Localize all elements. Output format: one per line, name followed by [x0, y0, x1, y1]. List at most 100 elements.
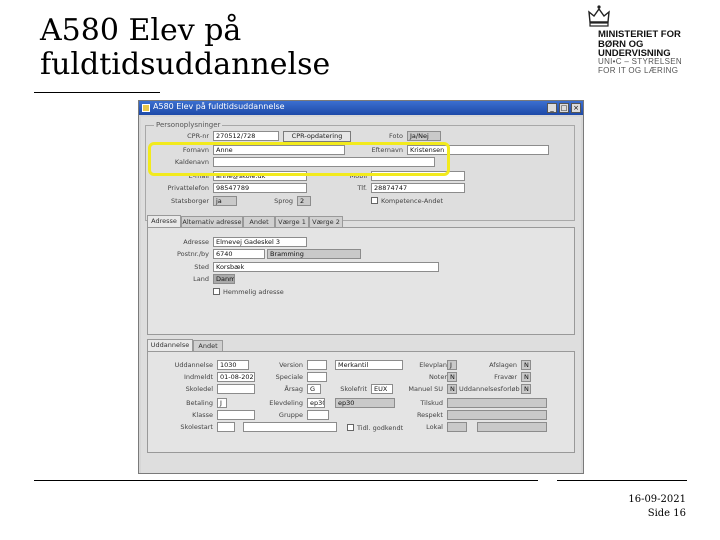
crown-icon [588, 5, 610, 27]
reason-field[interactable]: G [307, 384, 321, 394]
language-field[interactable]: 2 [297, 196, 311, 206]
previous-approved-checkbox[interactable] [347, 424, 354, 431]
absence-field[interactable]: N [521, 372, 531, 382]
education-label: Uddannelse [174, 361, 213, 369]
city-field: Bramming [267, 249, 361, 259]
school-start-field[interactable] [217, 422, 235, 432]
address-panel [147, 227, 575, 335]
photo-label: Foto [388, 132, 403, 140]
citizenship-label: Statsborger [170, 197, 209, 205]
window-titlebar[interactable]: A580 Elev på fuldtidsuddannelse _ □ × [139, 101, 583, 115]
school-free-label: Skolefrit [340, 385, 367, 393]
school-start-field-2[interactable] [243, 422, 337, 432]
school-start-label: Skolestart [180, 423, 213, 431]
address-field[interactable]: Elmevej Gadeskel 3 [213, 237, 307, 247]
slide-page-number: Side 16 [647, 508, 686, 519]
class-label: Klasse [192, 411, 213, 419]
notes-label: Noter [428, 373, 447, 381]
group-label: Gruppe [278, 411, 303, 419]
place-field[interactable]: Korsbæk [213, 262, 439, 272]
manual-su-field[interactable]: N [447, 384, 457, 394]
student-share-field[interactable]: ep30 [307, 398, 325, 408]
tab-adresse[interactable]: Adresse [147, 215, 181, 227]
local-label: Lokal [426, 423, 443, 431]
student-share-field-2: ep30 [335, 398, 395, 408]
education-course-label: Uddannelsesforløb [459, 385, 520, 393]
postcode-label: Postnr./by [176, 250, 209, 258]
tab-udd-andet[interactable]: Andet [193, 340, 223, 351]
absence-label: Fravær [494, 373, 517, 381]
maximize-button[interactable]: □ [559, 103, 569, 113]
hidden-address-checkbox[interactable] [213, 288, 220, 295]
student-plan-label: Elevplan [419, 361, 447, 369]
notes-field[interactable]: N [447, 372, 457, 382]
tab-alternativ-adresse[interactable]: Alternativ adresse [181, 216, 243, 227]
language-label: Sprog [274, 197, 293, 205]
phone-label: Tlf. [357, 184, 367, 192]
payment-field[interactable]: J [217, 398, 227, 408]
title-underline [34, 92, 160, 93]
citizenship-field[interactable]: ja [213, 196, 237, 206]
enrolled-label: Indmeldt [184, 373, 213, 381]
address-label: Adresse [183, 238, 209, 246]
school-free-field[interactable]: EUX [371, 384, 393, 394]
subsidy-label: Tilskud [420, 399, 443, 407]
competence-checkbox[interactable] [371, 197, 378, 204]
slide-title: A580 Elev på fuldtidsuddannelse [40, 13, 331, 82]
education-course-field[interactable]: N [521, 384, 531, 394]
logo-line-5: FOR IT OG LÆRING [598, 65, 679, 75]
local-field-2 [477, 422, 547, 432]
rejected-label: Afslagen [489, 361, 517, 369]
cpr-field[interactable]: 270512/728 [213, 131, 279, 141]
manual-su-label: Manuel SU [408, 385, 443, 393]
education-name-field: Merkantil [335, 360, 403, 370]
student-plan-field[interactable]: J [447, 360, 457, 370]
education-field[interactable]: 1030 [217, 360, 249, 370]
window-title: A580 Elev på fuldtidsuddannelse [153, 102, 285, 111]
respect-label: Respekt [416, 411, 443, 419]
payment-label: Betaling [186, 399, 213, 407]
app-icon [142, 104, 150, 112]
country-code-field[interactable]: Danmark [213, 274, 235, 284]
version-label: Version [279, 361, 303, 369]
competence-label: Kompetence-Andet [381, 197, 444, 205]
minimize-button[interactable]: _ [547, 103, 557, 113]
ministry-logo-text: MINISTERIET FOR BØRN OG UNDERVISNING [598, 30, 718, 59]
footer-rule [34, 480, 538, 481]
postcode-field[interactable]: 6740 [213, 249, 265, 259]
student-share-label: Elevdeling [269, 399, 303, 407]
footer-rule-right [557, 480, 687, 481]
tab-vaerge-2[interactable]: Værge 2 [309, 216, 343, 227]
country-label: Land [193, 275, 209, 283]
person-section-title: Personoplysninger [154, 121, 223, 129]
previous-approved-label: Tidl. godkendt [357, 424, 404, 432]
school-part-field[interactable] [217, 384, 255, 394]
school-part-label: Skoledel [185, 385, 213, 393]
hidden-address-label: Hemmelig adresse [223, 288, 284, 296]
privatephone-field[interactable]: 98547789 [213, 183, 307, 193]
highlight-box [148, 142, 450, 176]
version-field[interactable] [307, 360, 327, 370]
specialization-label: Speciale [275, 373, 303, 381]
respect-field[interactable] [447, 410, 547, 420]
cpr-update-button[interactable]: CPR-opdatering [283, 131, 351, 142]
rejected-field[interactable]: N [521, 360, 531, 370]
group-field[interactable] [307, 410, 329, 420]
tab-vaerge-1[interactable]: Værge 1 [275, 216, 309, 227]
photo-field[interactable]: Ja/Nej [407, 131, 441, 141]
ministry-logo-subtext: UNI•C – STYRELSEN FOR IT OG LÆRING [598, 57, 718, 75]
subsidy-field[interactable] [447, 398, 547, 408]
class-field[interactable] [217, 410, 255, 420]
reason-label: Årsag [284, 385, 303, 393]
phone-field[interactable]: 28874747 [371, 183, 465, 193]
slide-date: 16-09-2021 [628, 494, 686, 505]
enrolled-field[interactable]: 01-08-2020 [217, 372, 255, 382]
place-label: Sted [194, 263, 209, 271]
tab-uddannelse[interactable]: Uddannelse [147, 339, 193, 351]
specialization-field[interactable] [307, 372, 327, 382]
close-button[interactable]: × [571, 103, 581, 113]
cpr-label: CPR-nr [187, 132, 209, 140]
tab-andet[interactable]: Andet [243, 216, 275, 227]
local-field[interactable] [447, 422, 467, 432]
privatephone-label: Privattelefon [167, 184, 209, 192]
